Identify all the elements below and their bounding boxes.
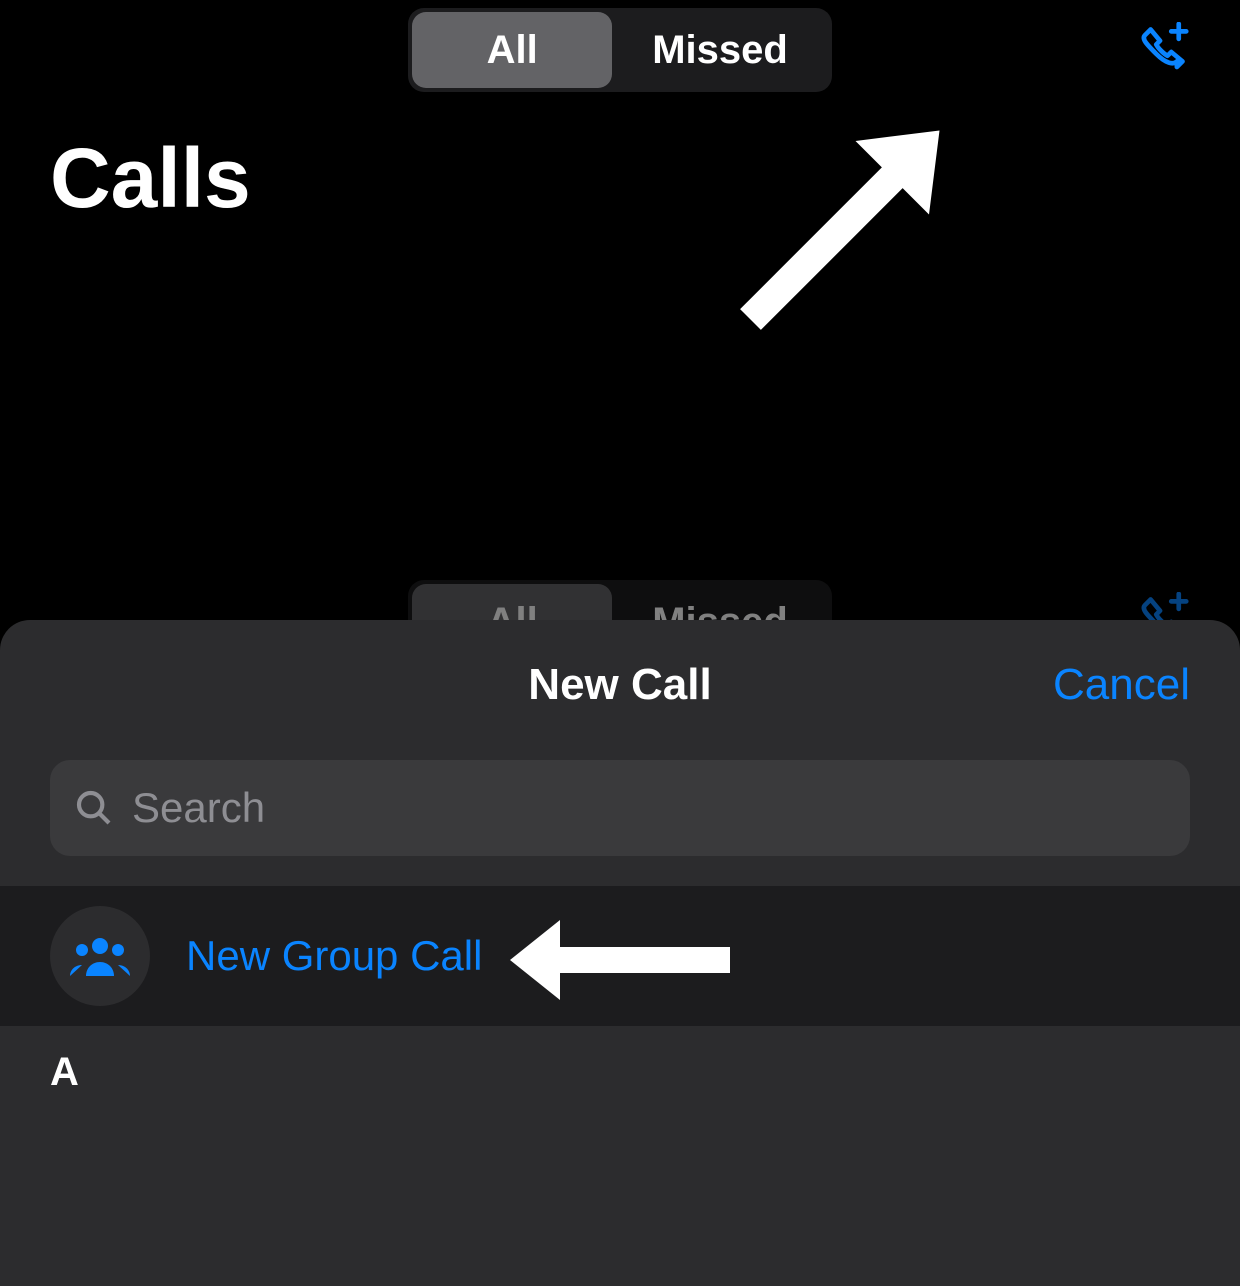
- search-icon: [74, 788, 114, 828]
- calls-header: All Missed: [0, 0, 1240, 100]
- new-group-call-label: New Group Call: [186, 932, 482, 980]
- search-bar[interactable]: [50, 760, 1190, 856]
- new-call-sheet: New Call Cancel New Group Call A: [0, 620, 1240, 1286]
- cancel-button[interactable]: Cancel: [1053, 660, 1190, 710]
- contacts-section-header: A: [0, 1026, 1240, 1119]
- sheet-header: New Call Cancel: [0, 620, 1240, 750]
- group-icon-circle: [50, 906, 150, 1006]
- page-title: Calls: [0, 100, 1240, 227]
- group-people-icon: [68, 934, 132, 978]
- tab-all[interactable]: All: [412, 12, 612, 88]
- new-call-icon[interactable]: [1130, 22, 1190, 82]
- annotation-arrow-left-icon: [500, 910, 740, 1010]
- new-group-call-row[interactable]: New Group Call: [0, 886, 1240, 1026]
- search-input[interactable]: [132, 784, 1166, 832]
- tab-missed[interactable]: Missed: [612, 12, 828, 88]
- calls-filter-segmented: All Missed: [408, 8, 832, 92]
- sheet-title: New Call: [528, 660, 711, 710]
